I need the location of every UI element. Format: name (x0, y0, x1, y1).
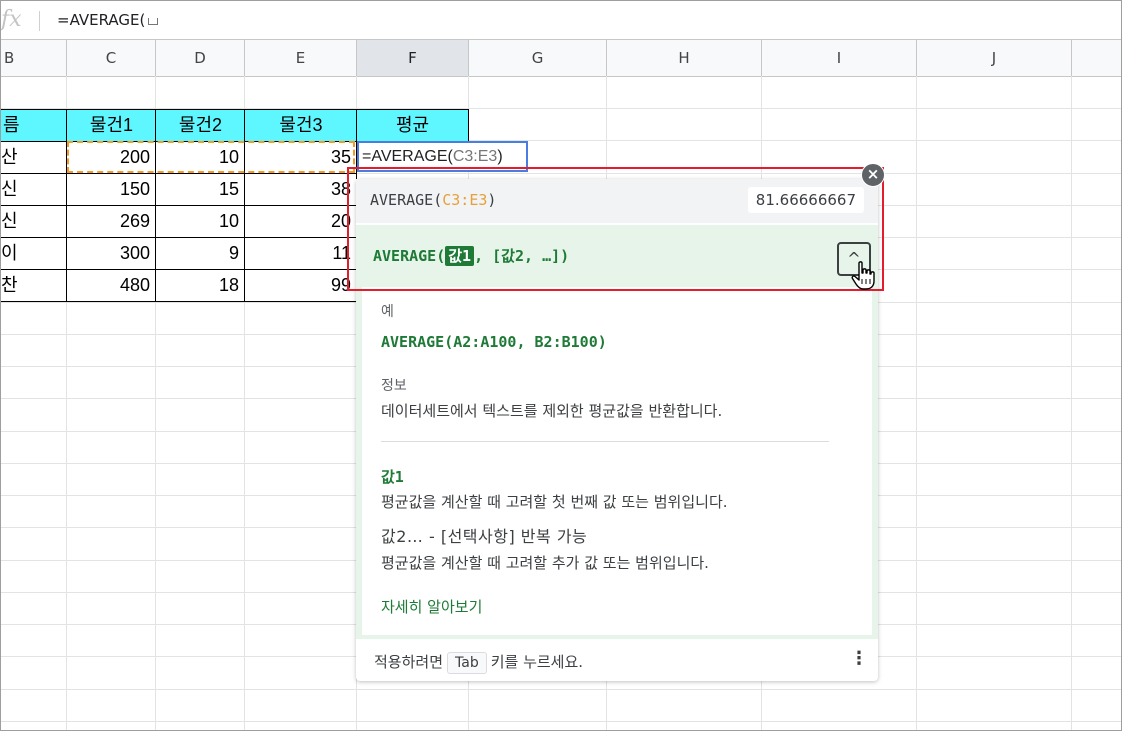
more-options-icon[interactable]: ⋮ (850, 649, 868, 671)
table-cell-name[interactable]: 신 (1, 173, 67, 206)
formula-preview-text: AVERAGE(C3:E3) (370, 191, 496, 209)
footer-prefix: 적용하려면 (374, 653, 444, 671)
formula-result-value: 81.66666667 (747, 187, 864, 213)
formula-input[interactable]: =AVERAGE( (57, 11, 159, 29)
active-cell-editor[interactable]: =AVERAGE(C3:E3) (357, 141, 528, 172)
column-header-j[interactable]: J (917, 40, 1072, 76)
table-cell-item3[interactable]: 38 (244, 173, 357, 206)
learn-more-link[interactable]: 자세히 알아보기 (381, 596, 482, 617)
edit-formula-range: C3:E3 (452, 148, 498, 165)
table-header-item3[interactable]: 물건3 (244, 109, 358, 142)
table-cell-name[interactable]: 신 (1, 205, 67, 238)
spreadsheet-window: fx =AVERAGE( B C D E F G H I J 름 물건1 물건2… (0, 0, 1122, 731)
table-cell-item2[interactable]: 10 (155, 205, 245, 238)
table-cell-item1[interactable]: 150 (66, 173, 156, 206)
preview-close: ) (487, 191, 497, 209)
tab-key-chip: Tab (447, 652, 487, 674)
table-cell-item1[interactable]: 300 (66, 237, 156, 270)
formula-preview-row: AVERAGE(C3:E3) 81.66666667 (356, 179, 878, 223)
info-text: 데이터세트에서 텍스트를 제외한 평균값을 반환합니다. (381, 402, 723, 420)
column-header-b[interactable]: B (1, 40, 67, 76)
edit-formula-suffix: ) (497, 148, 503, 165)
popup-footer: 적용하려면 Tab 키를 누르세요. ⋮ (356, 639, 878, 681)
signature-func: AVERAGE( (373, 247, 446, 265)
column-header-i[interactable]: I (762, 40, 917, 76)
table-cell-name[interactable]: 산 (1, 141, 67, 174)
column-header-e[interactable]: E (245, 40, 357, 76)
example-code: AVERAGE(A2:A100, B2:B100) (381, 333, 607, 351)
table-header-item1[interactable]: 물건1 (66, 109, 157, 142)
edit-formula-prefix: =AVERAGE( (362, 148, 453, 165)
preview-func: AVERAGE( (370, 191, 443, 209)
table-cell-item1[interactable]: 269 (66, 205, 156, 238)
table-cell-item3[interactable]: 20 (244, 205, 357, 238)
signature-current-arg: 값1 (445, 246, 475, 266)
grid-line (1, 721, 1121, 722)
table-header-item2[interactable]: 물건2 (155, 109, 246, 142)
column-header-next[interactable] (1072, 40, 1121, 76)
table-header-name[interactable]: 름 (1, 109, 68, 142)
signature-rest: , [값2, …]) (474, 247, 570, 265)
close-icon[interactable]: × (861, 163, 885, 187)
info-label: 정보 (381, 378, 407, 394)
column-header-f[interactable]: F (357, 40, 469, 76)
footer-suffix: 키를 누르세요. (490, 653, 584, 671)
function-signature: AVERAGE(값1, [값2, …]) (373, 245, 569, 266)
formula-bar-separator (39, 11, 40, 31)
arg2-name: 값2… - [선택사항] 반복 가능 (381, 527, 588, 546)
table-header-average[interactable]: 평균 (356, 109, 469, 142)
column-headers: B C D E F G H I J (1, 40, 1121, 77)
formula-text: =AVERAGE( (57, 11, 146, 29)
table-cell-name[interactable]: 이 (1, 237, 67, 270)
footer-hint: 적용하려면 Tab 키를 누르세요. (374, 651, 583, 674)
column-header-d[interactable]: D (156, 40, 245, 76)
example-label: 예 (381, 304, 394, 320)
divider (381, 441, 829, 442)
arg2-description: 평균값을 계산할 때 고려할 추가 값 또는 범위입니다. (381, 554, 709, 572)
formula-help-popup: AVERAGE(C3:E3) 81.66666667 AVERAGE(값1, [… (356, 179, 878, 681)
function-help-content: 예 AVERAGE(A2:A100, B2:B100) 정보 데이터세트에서 텍… (362, 287, 872, 635)
function-help-body: 예 AVERAGE(A2:A100, B2:B100) 정보 데이터세트에서 텍… (356, 287, 878, 639)
table-cell-name[interactable]: 찬 (1, 269, 67, 302)
table-cell-item1[interactable]: 480 (66, 269, 156, 302)
table-cell-item2[interactable]: 15 (155, 173, 245, 206)
table-cell-item3[interactable]: 99 (244, 269, 357, 302)
table-cell-item2[interactable]: 9 (155, 237, 245, 270)
hand-cursor-icon (851, 261, 875, 290)
table-cell-item3[interactable]: 11 (244, 237, 357, 270)
column-header-g[interactable]: G (469, 40, 607, 76)
space-glyph-icon (148, 18, 159, 25)
grid-line (916, 76, 917, 730)
column-header-h[interactable]: H (607, 40, 762, 76)
arg1-description: 평균값을 계산할 때 고려할 첫 번째 값 또는 범위입니다. (381, 493, 728, 511)
referenced-range-highlight (67, 141, 355, 173)
column-header-c[interactable]: C (67, 40, 156, 76)
table-cell-item2[interactable]: 18 (155, 269, 245, 302)
function-signature-row[interactable]: AVERAGE(값1, [값2, …]) (356, 225, 878, 287)
formula-bar[interactable]: fx =AVERAGE( (1, 1, 1121, 40)
preview-range: C3:E3 (442, 191, 488, 209)
fx-icon: fx (1, 7, 22, 32)
arg1-name: 값1 (381, 468, 404, 486)
grid-line (1, 689, 1121, 690)
grid-line (1071, 76, 1072, 730)
